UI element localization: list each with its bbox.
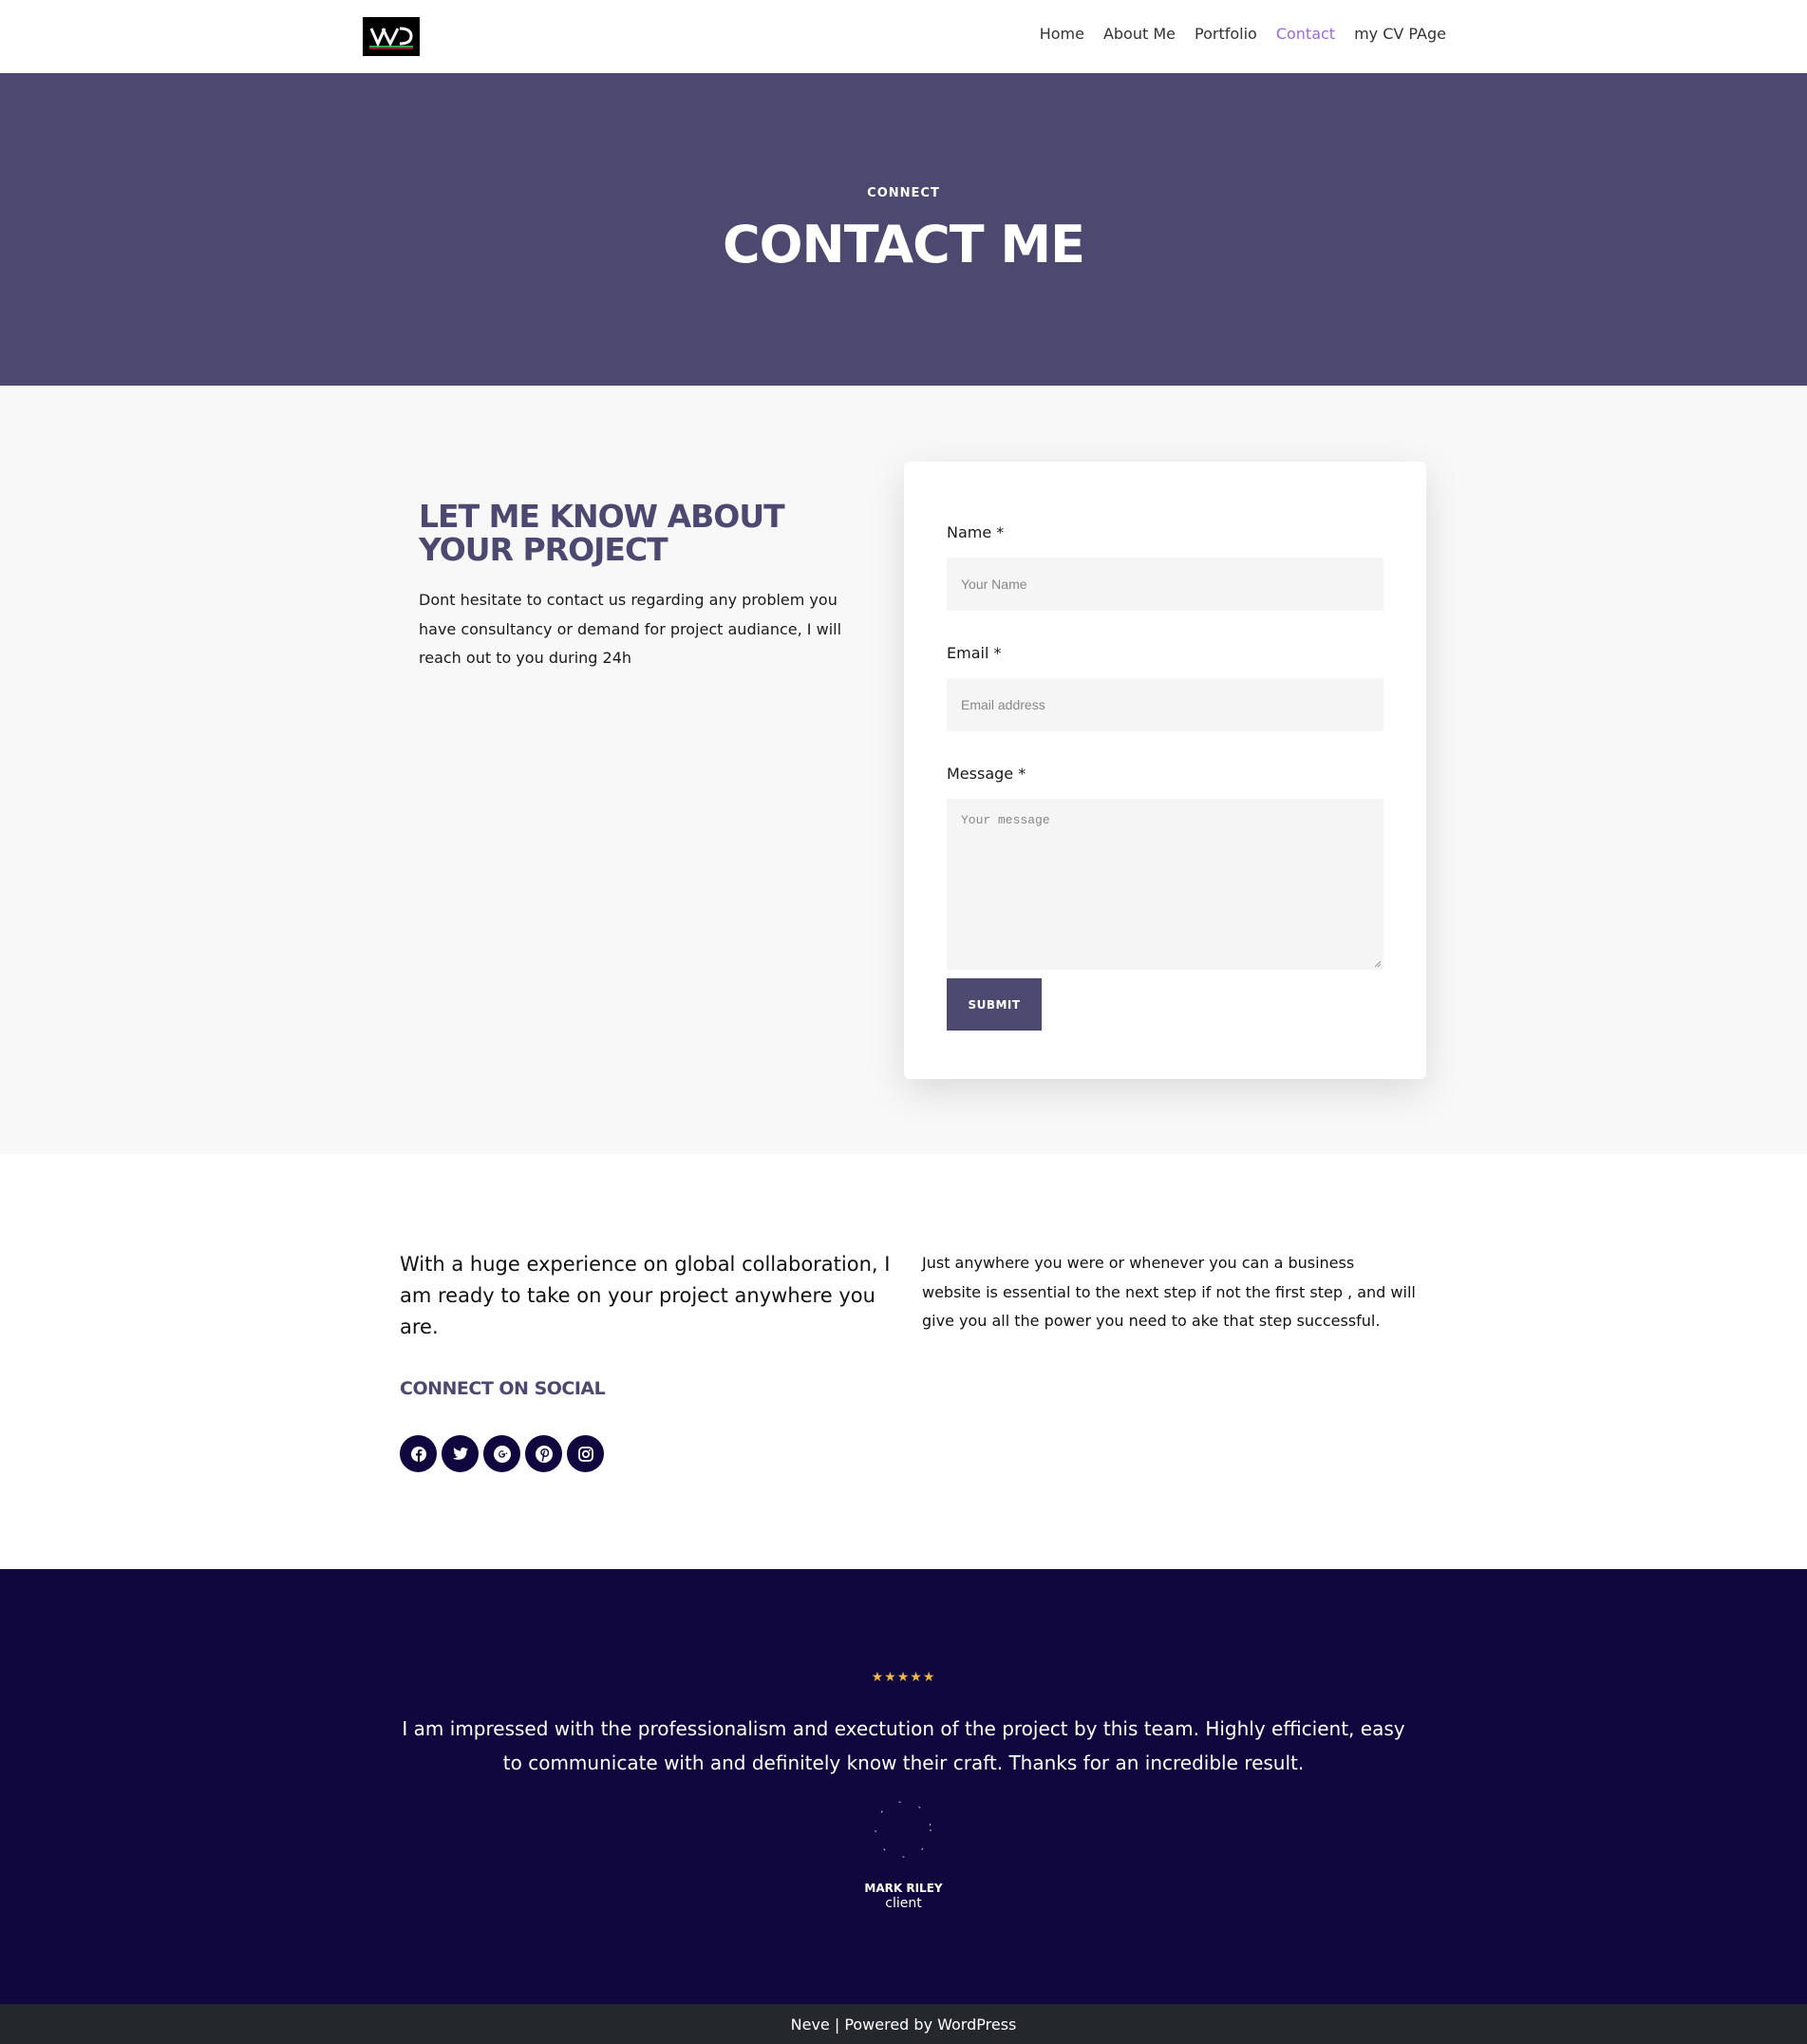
social-heading: CONNECT ON SOCIAL [400,1378,606,1399]
pinterest-link[interactable] [525,1435,562,1472]
message-label: Message * [947,765,1026,783]
nav-portfolio[interactable]: Portfolio [1195,25,1257,43]
collaboration-section: With a huge experience on global collabo… [0,1154,1807,1569]
contact-form: Name * Email * Message * SUBMIT [904,462,1426,1079]
footer-powered-link[interactable]: Powered by WordPress [844,2016,1016,2034]
footer-brand-link[interactable]: Neve [791,2016,830,2034]
pinterest-icon [535,1445,553,1463]
page-title: CONTACT ME [722,215,1085,274]
instagram-link[interactable] [567,1435,604,1472]
google-plus-icon [493,1445,511,1463]
collaboration-side-text: Just anywhere you were or whenever you c… [922,1254,1416,1330]
twitter-link[interactable] [442,1435,479,1472]
client-avatar [875,1801,932,1858]
nav-cv-page[interactable]: my CV PAge [1354,25,1446,43]
site-header: Home About Me Portfolio Contact my CV PA… [0,0,1807,73]
contact-heading: LET ME KNOW ABOUT YOUR PROJECT [419,498,785,568]
instagram-icon [577,1446,593,1462]
contact-section: LET ME KNOW ABOUT YOUR PROJECT Dont hesi… [0,386,1807,1154]
client-name: MARK RILEY [864,1882,943,1895]
facebook-link[interactable] [400,1435,437,1472]
hero-banner: CONNECT CONTACT ME [0,73,1807,386]
email-label: Email * [947,644,1002,662]
message-field[interactable] [947,799,1383,970]
twitter-icon [452,1447,468,1460]
hero-kicker: CONNECT [867,186,940,200]
google-plus-link[interactable] [483,1435,520,1472]
main-nav: Home About Me Portfolio Contact my CV PA… [1040,25,1446,43]
collaboration-lead-text: With a huge experience on global collabo… [400,1253,891,1338]
email-field[interactable] [947,678,1383,731]
social-links [400,1435,604,1472]
testimonial-section: ★★★★★ I am impressed with the profession… [0,1569,1807,2004]
resize-grip-icon[interactable] [1373,959,1382,968]
testimonial-quote: I am impressed with the professionalism … [402,1717,1405,1774]
nav-home[interactable]: Home [1040,25,1084,43]
site-footer: Neve | Powered by WordPress [0,2004,1807,2044]
site-logo[interactable] [363,17,420,56]
name-label: Name * [947,523,1005,541]
facebook-icon [410,1446,426,1462]
nav-contact[interactable]: Contact [1276,25,1335,43]
footer-separator: | [829,2015,845,2034]
logo-icon [369,27,413,48]
client-role: client [885,1896,922,1911]
rating-stars: ★★★★★ [871,1670,936,1685]
name-field[interactable] [947,558,1383,611]
submit-button[interactable]: SUBMIT [947,978,1042,1031]
contact-intro-text: Dont hesitate to contact us regarding an… [419,591,842,667]
nav-about-me[interactable]: About Me [1103,25,1176,43]
